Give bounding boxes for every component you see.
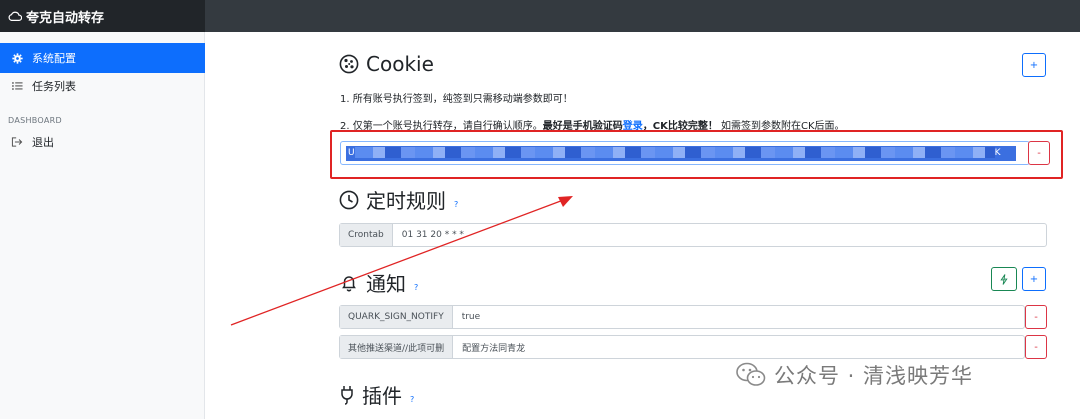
app-window: 夸克自动转存 系统配置 任务列表 DASHBOARD 退出 Cookie + 1…	[0, 0, 1080, 419]
annotation-arrow	[230, 196, 573, 326]
